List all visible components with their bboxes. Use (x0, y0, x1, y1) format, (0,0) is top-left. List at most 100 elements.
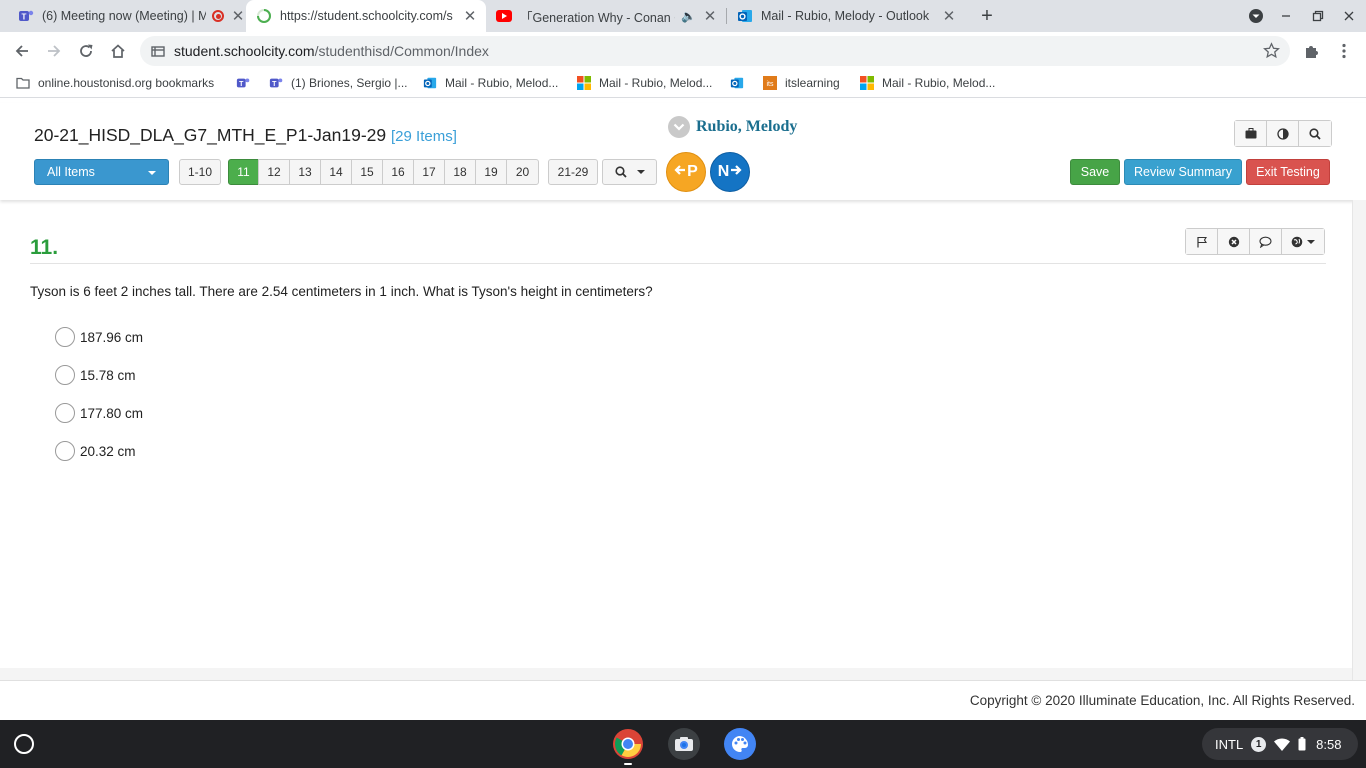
zoom-tool-button[interactable] (1299, 121, 1331, 146)
canvas-app-icon[interactable] (724, 728, 756, 760)
answer-choice[interactable]: 15.78 cm (55, 365, 136, 385)
launcher-icon[interactable] (14, 734, 34, 754)
page-button-19[interactable]: 19 (475, 159, 507, 185)
comment-button[interactable] (1250, 229, 1282, 254)
previous-item-button[interactable]: P (666, 152, 706, 192)
reload-button[interactable] (73, 38, 99, 64)
youtube-icon (496, 8, 512, 24)
bookmark-star-icon[interactable] (1263, 42, 1280, 62)
tab-outlook[interactable]: Mail - Rubio, Melody - Outlook ✕ (727, 0, 965, 32)
chrome-app-icon[interactable] (612, 728, 644, 760)
loading-icon (256, 8, 272, 24)
question-number: 11. (30, 236, 59, 259)
tab-teams-meeting[interactable]: T (6) Meeting now (Meeting) | M ✕ (8, 0, 246, 32)
back-arrow-icon (15, 45, 28, 57)
address-bar[interactable]: student.schoolcity.com/studenthisd/Commo… (140, 36, 1290, 66)
clock-time: 8:58 (1316, 736, 1342, 752)
close-icon[interactable]: ✕ (941, 7, 957, 25)
answer-choice[interactable]: 187.96 cm (55, 327, 143, 347)
page-button-14[interactable]: 14 (320, 159, 352, 185)
briefcase-tool-button[interactable] (1235, 121, 1267, 146)
save-button[interactable]: Save (1070, 159, 1120, 185)
tab-title: Mail - Rubio, Melody - Outlook (761, 9, 930, 23)
close-icon[interactable]: ✕ (230, 7, 246, 25)
bookmark-outlook[interactable] (730, 76, 752, 90)
answer-choice[interactable]: 20.32 cm (55, 441, 136, 461)
restore-icon[interactable] (1308, 6, 1328, 26)
previous-label: P (687, 163, 698, 180)
answer-label[interactable]: 187.96 cm (80, 330, 143, 345)
all-items-dropdown[interactable]: All Items (34, 159, 169, 185)
speaker-icon[interactable]: 🔈 (681, 9, 696, 23)
page-button-13[interactable]: 13 (289, 159, 321, 185)
review-summary-button[interactable]: Review Summary (1124, 159, 1242, 185)
bookmark-outlook-mail[interactable]: Mail - Rubio, Melod... (423, 76, 558, 90)
tab-title: 「Generation Why - Conan G (520, 10, 676, 25)
test-name: 20-21_HISD_DLA_G7_MTH_E_P1-Jan19-29 (34, 125, 387, 145)
answer-label[interactable]: 20.32 cm (80, 444, 136, 459)
exit-testing-button[interactable]: Exit Testing (1246, 159, 1330, 185)
chevron-down-icon[interactable] (668, 116, 690, 138)
horizontal-scrollbar[interactable] (0, 668, 1352, 680)
radio-button[interactable] (55, 441, 75, 461)
page-range-1-10[interactable]: 1-10 (179, 159, 221, 185)
student-menu[interactable]: Rubio, Melody (668, 116, 797, 138)
page-button-17[interactable]: 17 (413, 159, 445, 185)
page-range-21-29[interactable]: 21-29 (548, 159, 598, 185)
close-icon[interactable]: ✕ (462, 7, 478, 25)
search-dropdown-button[interactable] (602, 159, 657, 185)
page-button-18[interactable]: 18 (444, 159, 476, 185)
tab-title: https://student.schoolcity.com/s (280, 9, 453, 23)
bookmark-folder[interactable]: online.houstonisd.org bookmarks (16, 76, 214, 90)
recording-icon (212, 10, 224, 22)
window-close-icon[interactable] (1339, 6, 1359, 26)
url-text[interactable]: student.schoolcity.com/studenthisd/Commo… (174, 43, 489, 59)
test-header: 20-21_HISD_DLA_G7_MTH_E_P1-Jan19-29 [29 … (0, 103, 1366, 200)
tab-schoolcity[interactable]: https://student.schoolcity.com/s ✕ (246, 0, 486, 32)
menu-kebab-icon[interactable] (1331, 38, 1357, 64)
vertical-scrollbar[interactable] (1352, 200, 1366, 680)
test-tools-group (1234, 120, 1332, 147)
page-button-11[interactable]: 11 (228, 159, 259, 185)
radio-button[interactable] (55, 327, 75, 347)
teams-icon: T (18, 8, 34, 24)
tab-youtube[interactable]: 「Generation Why - Conan G 🔈 ✕ (486, 0, 726, 32)
bookmark-label: Mail - Rubio, Melod... (445, 76, 559, 90)
page-button-16[interactable]: 16 (382, 159, 414, 185)
contrast-tool-button[interactable] (1267, 121, 1299, 146)
contrast-icon (1276, 127, 1289, 140)
answer-choice[interactable]: 177.80 cm (55, 403, 143, 423)
bookmark-teams[interactable]: T (236, 76, 258, 90)
page-button-12[interactable]: 12 (258, 159, 290, 185)
bookmark-microsoft-mail-2[interactable]: Mail - Rubio, Melod... (860, 76, 995, 90)
new-tab-button[interactable]: + (977, 5, 997, 27)
tab-search-icon[interactable] (1246, 6, 1266, 26)
eliminate-button[interactable] (1218, 229, 1250, 254)
briefcase-icon (1245, 128, 1256, 139)
radio-button[interactable] (55, 403, 75, 423)
bookmark-microsoft-mail[interactable]: Mail - Rubio, Melod... (577, 76, 712, 90)
status-tray[interactable]: INTL 1 8:58 (1202, 728, 1358, 760)
bookmark-teams-briones[interactable]: T (1) Briones, Sergio |... (269, 76, 408, 90)
page-button-20[interactable]: 20 (506, 159, 539, 185)
running-indicator (624, 763, 632, 765)
flag-button[interactable] (1186, 229, 1218, 254)
next-item-button[interactable]: N (710, 152, 750, 192)
camera-app-icon[interactable] (668, 728, 700, 760)
svg-text:T: T (22, 13, 27, 22)
close-icon[interactable]: ✕ (702, 7, 718, 25)
radio-button[interactable] (55, 365, 75, 385)
site-info-icon[interactable] (151, 44, 165, 61)
item-count[interactable]: [29 Items] (391, 128, 457, 145)
language-dropdown-button[interactable] (1282, 229, 1324, 254)
bookmark-itslearning[interactable]: its itslearning (763, 76, 840, 90)
wifi-icon (1274, 737, 1291, 751)
answer-label[interactable]: 177.80 cm (80, 406, 143, 421)
forward-button[interactable] (41, 38, 67, 64)
back-button[interactable] (9, 38, 35, 64)
minimize-icon[interactable] (1276, 6, 1296, 26)
extensions-puzzle-icon[interactable] (1299, 38, 1325, 64)
home-button[interactable] (105, 38, 131, 64)
answer-label[interactable]: 15.78 cm (80, 368, 136, 383)
page-button-15[interactable]: 15 (351, 159, 383, 185)
